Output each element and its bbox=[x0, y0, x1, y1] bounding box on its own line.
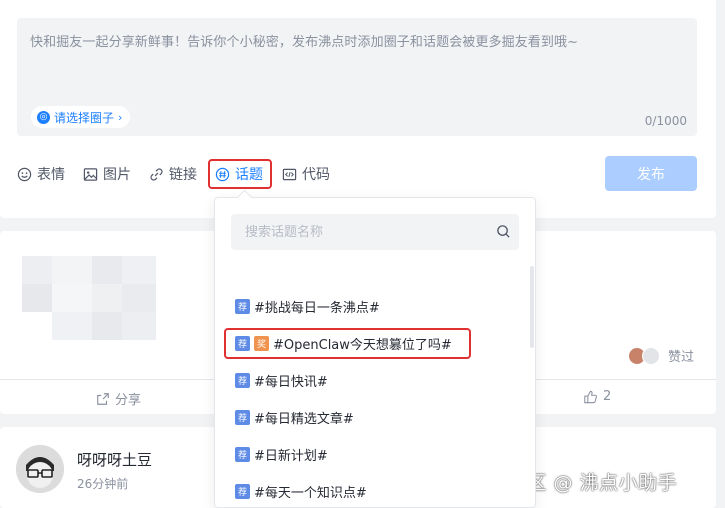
topic-list: 荐 #挑战每日一条沸点# 荐 奖 #OpenClaw今天想篡位了吗# 荐 #每日… bbox=[224, 288, 525, 508]
username[interactable]: 呀呀呀土豆 bbox=[77, 449, 152, 470]
select-circle-label: 请选择圈子 bbox=[54, 110, 115, 125]
code-label: 代码 bbox=[302, 167, 330, 183]
composer-toolbar: 表情 图片 链接 话题 代码 bbox=[17, 158, 348, 190]
topic-search bbox=[231, 214, 519, 250]
recommend-badge: 荐 bbox=[235, 299, 250, 314]
image-button[interactable]: 图片 bbox=[83, 158, 131, 190]
blurred-image bbox=[22, 256, 156, 340]
topic-label: 话题 bbox=[235, 167, 263, 183]
liker-avatars bbox=[628, 346, 664, 365]
post-time: 26分钟前 bbox=[77, 477, 129, 491]
like-button[interactable]: 2 bbox=[583, 389, 611, 404]
search-icon[interactable] bbox=[496, 224, 511, 243]
code-button[interactable]: 代码 bbox=[282, 158, 330, 190]
like-count: 2 bbox=[603, 389, 612, 404]
topic-item[interactable]: 荐 #挑战每日一条沸点# bbox=[235, 288, 525, 325]
editor-placeholder: 快和掘友一起分享新鲜事！告诉你个小秘密，发布沸点时添加圈子和话题会被更多掘友看到… bbox=[30, 35, 579, 50]
liked-by[interactable]: 赞过 bbox=[628, 346, 694, 365]
recommend-badge: 荐 bbox=[235, 410, 250, 425]
link-button[interactable]: 链接 bbox=[149, 158, 197, 190]
avatar[interactable] bbox=[16, 445, 64, 493]
post-editor[interactable]: 快和掘友一起分享新鲜事！告诉你个小秘密，发布沸点时添加圈子和话题会被更多掘友看到… bbox=[17, 18, 697, 136]
post-composer: 快和掘友一起分享新鲜事！告诉你个小秘密，发布沸点时添加圈子和话题会被更多掘友看到… bbox=[0, 0, 716, 218]
topic-dropdown: 荐 #挑战每日一条沸点# 荐 奖 #OpenClaw今天想篡位了吗# 荐 #每日… bbox=[214, 189, 536, 508]
image-icon bbox=[83, 167, 98, 182]
topic-search-input[interactable] bbox=[231, 214, 481, 250]
share-button[interactable]: 分享 bbox=[96, 389, 141, 408]
prize-badge: 奖 bbox=[254, 336, 269, 351]
link-icon bbox=[149, 167, 164, 182]
emoji-button[interactable]: 表情 bbox=[17, 158, 65, 190]
link-label: 链接 bbox=[169, 167, 197, 183]
liked-text: 赞过 bbox=[668, 350, 695, 365]
share-icon bbox=[97, 392, 109, 405]
recommend-badge: 荐 bbox=[235, 373, 250, 388]
topic-icon bbox=[215, 167, 230, 182]
image-label: 图片 bbox=[103, 167, 131, 183]
thumbs-up-icon bbox=[584, 390, 597, 403]
circle-icon: ◎ bbox=[37, 110, 50, 124]
topic-name: #每日精选文章# bbox=[254, 412, 354, 427]
dropdown-scrollbar[interactable] bbox=[530, 266, 534, 348]
code-icon bbox=[282, 167, 297, 182]
share-label: 分享 bbox=[115, 393, 142, 408]
topic-item[interactable]: 荐 #每日精选文章# bbox=[235, 399, 525, 436]
topic-item[interactable]: 荐 #日新计划# bbox=[235, 436, 525, 473]
recommend-badge: 荐 bbox=[235, 336, 250, 351]
topic-item[interactable]: 荐 #每天一个知识点# bbox=[235, 473, 525, 508]
emoji-icon bbox=[17, 167, 32, 182]
topic-name: #挑战每日一条沸点# bbox=[254, 301, 380, 316]
recommend-badge: 荐 bbox=[235, 447, 250, 462]
chevron-right-icon: › bbox=[118, 110, 123, 124]
avatar bbox=[642, 346, 660, 365]
select-circle-button[interactable]: ◎ 请选择圈子 › bbox=[31, 106, 131, 128]
emoji-label: 表情 bbox=[37, 167, 65, 183]
topic-name: #每日快讯# bbox=[254, 375, 328, 390]
topic-name: #OpenClaw今天想篡位了吗# bbox=[273, 338, 452, 353]
topic-button[interactable]: 话题 bbox=[208, 159, 272, 189]
topic-name: #每天一个知识点# bbox=[254, 486, 367, 501]
topic-item[interactable]: 荐 #每日快讯# bbox=[235, 362, 525, 399]
char-counter: 0/1000 bbox=[644, 114, 687, 128]
topic-item[interactable]: 荐 奖 #OpenClaw今天想篡位了吗# bbox=[224, 328, 471, 359]
topic-name: #日新计划# bbox=[254, 449, 328, 464]
publish-button[interactable]: 发布 bbox=[605, 156, 697, 191]
recommend-badge: 荐 bbox=[235, 484, 250, 499]
